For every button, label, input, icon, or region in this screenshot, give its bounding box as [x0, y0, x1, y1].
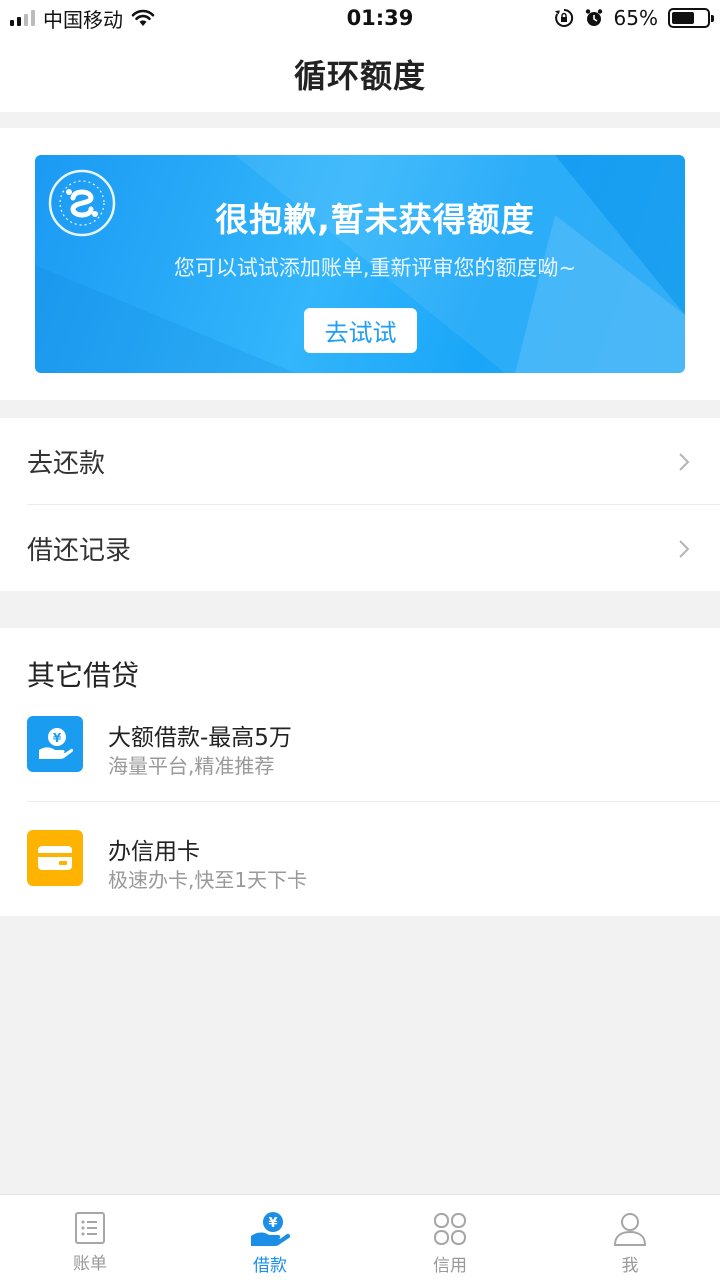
- credit-card-title: 办信用卡: [108, 839, 200, 865]
- credit-icon: [432, 1211, 468, 1247]
- banner-section: 很抱歉,暂未获得额度 您可以试试添加账单,重新评审您的额度呦~ 去试试: [0, 128, 720, 400]
- tab-credit[interactable]: 信用: [360, 1195, 540, 1280]
- battery-percent: 65%: [613, 6, 658, 30]
- hand-yen-icon: ¥: [27, 716, 83, 772]
- repay-label: 去还款: [27, 448, 106, 479]
- loan-records-item[interactable]: 借还记录: [0, 505, 720, 591]
- quota-banner: 很抱歉,暂未获得额度 您可以试试添加账单,重新评审您的额度呦~ 去试试: [35, 155, 685, 373]
- tab-bill[interactable]: 账单: [0, 1195, 180, 1280]
- big-loan-title: 大额借款-最高5万: [108, 725, 292, 751]
- divider: [27, 801, 720, 802]
- banner-title: 很抱歉,暂未获得额度: [215, 200, 535, 239]
- tab-label: 账单: [73, 1254, 107, 1274]
- credit-card-subtitle: 极速办卡,快至1天下卡: [108, 868, 308, 892]
- carrier-label: 中国移动: [43, 7, 123, 32]
- rotation-lock-icon: [554, 8, 574, 28]
- tab-label: 借款: [253, 1256, 287, 1276]
- bill-icon: [73, 1211, 107, 1245]
- card-icon: [27, 830, 83, 886]
- loan-records-label: 借还记录: [27, 535, 132, 566]
- svg-text:¥: ¥: [53, 731, 62, 745]
- wifi-icon: [131, 9, 155, 27]
- page-title: 循环额度: [293, 57, 426, 95]
- alarm-icon: [584, 8, 604, 28]
- chevron-right-icon: [678, 539, 690, 563]
- loan-icon: ¥: [249, 1211, 291, 1247]
- status-bar: 中国移动 01:39 65%: [0, 0, 720, 36]
- svg-text:¥: ¥: [268, 1216, 277, 1231]
- banner-subtitle: 您可以试试添加账单,重新评审您的额度呦~: [173, 256, 577, 280]
- menu-list: 去还款 借还记录: [0, 418, 720, 591]
- battery-icon: [668, 8, 714, 28]
- try-button[interactable]: 去试试: [304, 308, 417, 353]
- chevron-right-icon: [678, 452, 690, 476]
- big-loan-item[interactable]: ¥ 大额借款-最高5万 海量平台,精准推荐: [0, 704, 720, 804]
- other-loans-section: 其它借贷 ¥ 大额借款-最高5万 海量平台,精准推荐 办信用卡 极速办卡,快至1…: [0, 628, 720, 916]
- section-title: 其它借贷: [27, 659, 140, 692]
- tab-me[interactable]: 我: [540, 1195, 720, 1280]
- status-time: 01:39: [346, 6, 414, 30]
- big-loan-subtitle: 海量平台,精准推荐: [108, 754, 275, 778]
- tab-label: 我: [621, 1256, 639, 1276]
- signal-icon: [10, 10, 35, 26]
- tab-loan[interactable]: ¥ 借款: [180, 1195, 360, 1280]
- tab-label: 信用: [433, 1256, 467, 1276]
- nav-bar: 循环额度: [0, 36, 720, 112]
- tab-bar: 账单 ¥ 借款 信用 我: [0, 1194, 720, 1280]
- user-icon: [613, 1211, 647, 1247]
- credit-card-item[interactable]: 办信用卡 极速办卡,快至1天下卡: [0, 818, 720, 918]
- repay-item[interactable]: 去还款: [0, 418, 720, 504]
